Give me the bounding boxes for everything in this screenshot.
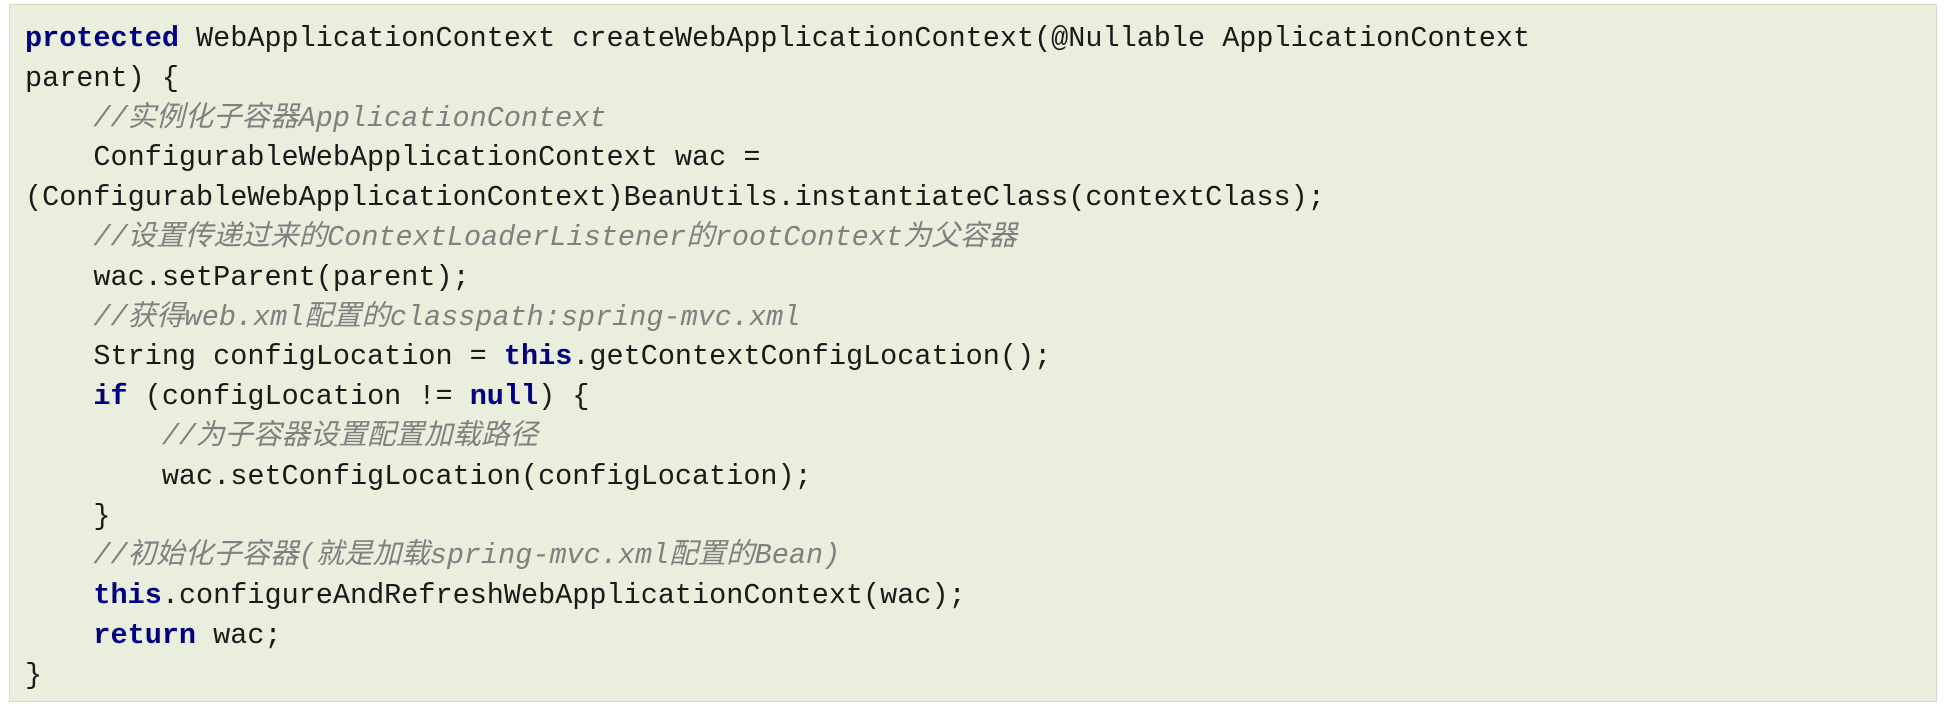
code-token: parent) { xyxy=(25,61,179,95)
code-token: wac.setParent(parent); xyxy=(25,260,470,294)
keyword-token: this xyxy=(93,579,162,613)
code-block: protected WebApplicationContext createWe… xyxy=(9,4,1937,702)
code-lines: protected WebApplicationContext createWe… xyxy=(25,19,1922,696)
keyword-token: protected xyxy=(25,22,179,55)
code-line: } xyxy=(25,656,1922,696)
code-line: ConfigurableWebApplicationContext wac = xyxy=(25,138,1922,178)
keyword-token: this xyxy=(503,340,573,374)
comment-token: //设置传递过来的ContextLoaderListener的rootConte… xyxy=(93,220,1017,254)
code-line: } xyxy=(25,497,1922,537)
code-line: wac.setParent(parent); xyxy=(25,258,1922,298)
code-token: } xyxy=(25,499,111,533)
code-line: String configLocation = this.getContextC… xyxy=(25,337,1922,377)
code-token: ConfigurableWebApplicationContext wac = xyxy=(25,141,761,175)
comment-token: //为子容器设置配置加载路径 xyxy=(161,419,539,453)
keyword-token: if xyxy=(93,380,128,414)
code-line: (ConfigurableWebApplicationContext)BeanU… xyxy=(25,178,1922,218)
code-line: //为子容器设置配置加载路径 xyxy=(25,417,1922,457)
code-line: //设置传递过来的ContextLoaderListener的rootConte… xyxy=(25,218,1922,258)
comment-token: //实例化子容器ApplicationContext xyxy=(93,101,607,135)
code-token: (ConfigurableWebApplicationContext)BeanU… xyxy=(25,181,1325,215)
code-line: if (configLocation != null) { xyxy=(25,377,1922,417)
code-token: } xyxy=(25,658,43,692)
code-line: //初始化子容器(就是加载spring-mvc.xml配置的Bean) xyxy=(25,536,1922,576)
code-line: parent) { xyxy=(25,59,1922,99)
code-line: //实例化子容器ApplicationContext xyxy=(25,99,1922,139)
code-token: .configureAndRefreshWebApplicationContex… xyxy=(161,579,966,613)
keyword-token: return xyxy=(93,618,197,652)
code-token: WebApplicationContext createWebApplicati… xyxy=(178,22,1531,55)
code-token: ) { xyxy=(538,380,590,414)
code-line: wac.setConfigLocation(configLocation); xyxy=(25,457,1922,497)
code-line: protected WebApplicationContext createWe… xyxy=(25,19,1922,59)
keyword-token: null xyxy=(469,380,539,414)
code-token: wac.setConfigLocation(configLocation); xyxy=(25,459,812,493)
code-token: (configLocation != xyxy=(127,380,470,414)
code-token: wac; xyxy=(196,618,282,652)
code-line: this.configureAndRefreshWebApplicationCo… xyxy=(25,576,1922,616)
comment-token: //初始化子容器(就是加载spring-mvc.xml配置的Bean) xyxy=(93,539,841,573)
code-token: .getContextConfigLocation(); xyxy=(572,340,1052,374)
code-token: String configLocation = xyxy=(25,340,504,374)
code-line: return wac; xyxy=(25,616,1922,656)
comment-token: //获得web.xml配置的classpath:spring-mvc.xml xyxy=(93,300,801,334)
code-line: //获得web.xml配置的classpath:spring-mvc.xml xyxy=(25,298,1922,338)
